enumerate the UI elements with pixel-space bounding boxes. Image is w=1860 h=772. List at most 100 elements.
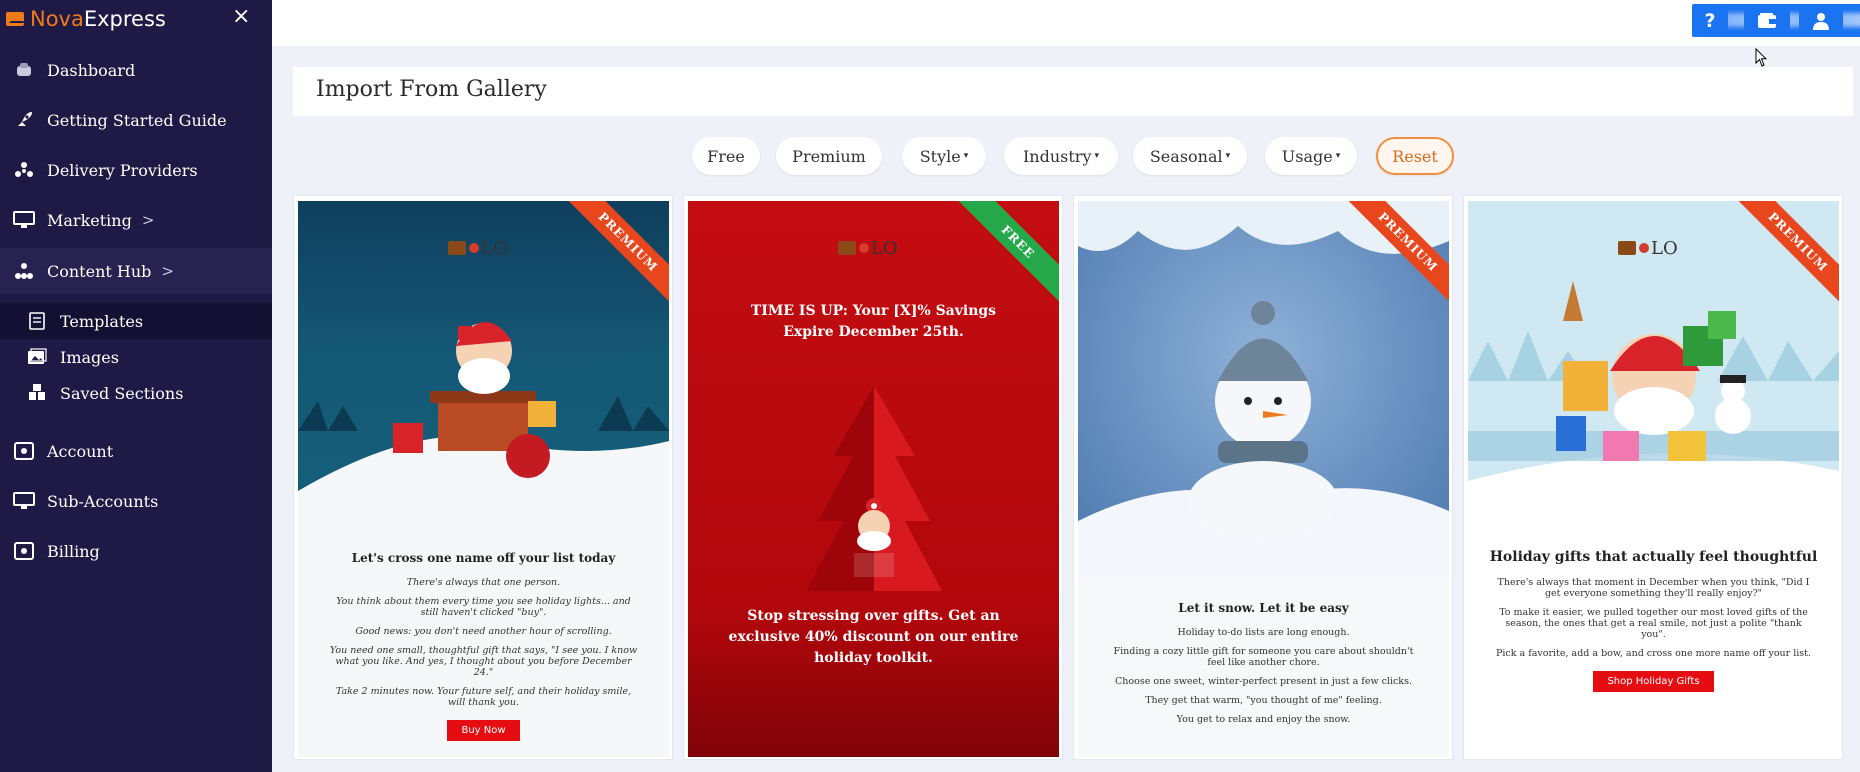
filter-label: Premium [792,146,866,166]
template-logo: LO [448,235,518,261]
sidebar-item-label: Dashboard [47,60,136,80]
email-paragraph: Good news: you don't need another hour o… [355,626,612,637]
envelope-logo-icon [6,12,25,26]
sidebar-item-delivery-providers[interactable]: Delivery Providers [0,147,272,193]
sidebar-item-marketing[interactable]: Marketing > [0,197,272,243]
sidebar-item-getting-started[interactable]: Getting Started Guide [0,97,272,143]
filter-label: Style [919,146,961,166]
sidebar-subitem-label: Saved Sections [60,383,184,403]
email-paragraph: To make it easier, we pulled together ou… [1499,607,1808,640]
billing-icon [12,541,36,561]
sidebar-subitem-label: Templates [60,311,144,331]
caret-down-icon: ▾ [963,151,969,161]
filter-label: Seasonal [1149,146,1223,166]
email-paragraph: Holiday to-do lists are long enough. [1177,627,1350,638]
brand-name-express: Express [83,7,166,31]
top-bar: ? [272,0,1860,46]
images-icon [26,347,48,367]
templates-icon [26,311,48,331]
sidebar-item-label: Sub-Accounts [47,491,159,511]
sidebar-item-sub-accounts[interactable]: Sub-Accounts [0,478,272,524]
email-headline: TIME IS UP: Your [X]% Savings Expire Dec… [750,303,997,340]
caret-down-icon: ▾ [1094,151,1100,161]
wallet-button[interactable] [1744,4,1790,37]
email-paragraph: Finding a cozy little gift for someone y… [1113,646,1414,668]
filter-label: Free [707,146,745,166]
email-paragraph: You get to relax and enjoy the snow. [1176,714,1351,725]
email-paragraph: You need one small, thoughtful gift that… [329,645,638,678]
sidebar-item-label: Getting Started Guide [47,110,227,130]
template-card[interactable]: LO PREMIUM Holiday gifts that actually f… [1463,195,1843,760]
template-logo: LO [838,235,908,261]
filter-label: Usage [1281,146,1333,166]
caret-down-icon: ▾ [1335,151,1341,161]
buy-now-button: Buy Now [447,720,520,741]
template-card[interactable]: PREMIUM Let it snow. Let it be easy Holi… [1073,195,1453,760]
sidebar-item-dashboard[interactable]: Dashboard [0,47,272,93]
filter-label: Industry [1022,146,1092,166]
sidebar-subitem-images[interactable]: Images [0,339,272,375]
santa-tree-illustration [688,201,1059,757]
sidebar-item-label: Marketing [47,210,132,230]
template-logo: LO [1618,235,1688,261]
sidebar-item-label: Account [47,441,114,461]
wallet-icon [1758,12,1776,28]
sidebar-item-label: Delivery Providers [47,160,198,180]
caret-down-icon: ▾ [1225,151,1231,161]
email-content: Let's cross one name off your list today… [298,551,669,741]
sidebar-item-content-hub[interactable]: Content Hub > [0,248,272,294]
help-icon: ? [1704,9,1716,32]
sidebar-item-label: Content Hub [47,261,152,281]
email-paragraph: There's always that moment in December w… [1497,577,1810,599]
template-gallery: LO PREMIUM Let's cross one name off your… [293,195,1853,772]
template-preview: LO PREMIUM Let's cross one name off your… [298,201,669,757]
filter-seasonal-dropdown[interactable]: Seasonal ▾ [1133,137,1247,175]
monitor-icon [12,210,36,230]
sidebar-item-account[interactable]: Account [0,428,272,474]
sidebar-subitem-saved-sections[interactable]: Saved Sections [0,375,272,411]
template-preview: LO PREMIUM Holiday gifts that actually f… [1468,201,1839,757]
hub-icon [12,261,36,281]
filter-style-dropdown[interactable]: Style ▾ [902,137,986,175]
shop-holiday-gifts-button: Shop Holiday Gifts [1593,671,1714,692]
filter-premium-button[interactable]: Premium [776,137,882,175]
email-content: Let it snow. Let it be easy Holiday to-d… [1078,601,1449,733]
email-paragraph: Choose one sweet, winter-perfect present… [1115,676,1412,687]
email-paragraph: Take 2 minutes now. Your future self, an… [335,686,632,708]
email-content: TIME IS UP: Your [X]% Savings Expire Dec… [688,301,1059,343]
email-paragraph: You think about them every time you see … [336,596,631,618]
account-icon [12,441,36,461]
email-content: Holiday gifts that actually feel thought… [1468,549,1839,692]
template-preview: PREMIUM Let it snow. Let it be easy Holi… [1078,201,1449,757]
mouse-cursor-icon [1755,48,1767,67]
monitor-icon [12,491,36,511]
filter-label: Reset [1392,146,1438,166]
close-sidebar-icon[interactable]: × [232,4,250,29]
chevron-right-icon: > [141,211,155,229]
template-preview: LO FREE TIME IS UP: Your [X]% Savings Ex… [688,201,1059,757]
email-heading: Let's cross one name off your list today [351,551,616,565]
profile-button[interactable] [1799,4,1843,37]
filter-reset-button[interactable]: Reset [1376,137,1454,175]
sidebar-subitem-templates[interactable]: Templates [0,303,272,339]
filter-usage-dropdown[interactable]: Usage ▾ [1265,137,1357,175]
page-title: Import From Gallery [316,77,547,102]
email-paragraph: Pick a favorite, add a bow, and cross on… [1496,648,1812,659]
dashboard-icon [12,60,36,80]
filter-industry-dropdown[interactable]: Industry ▾ [1004,137,1118,175]
filter-free-button[interactable]: Free [692,137,760,175]
template-card[interactable]: LO PREMIUM Let's cross one name off your… [293,195,673,760]
email-paragraph: They get that warm, "you thought of me" … [1145,695,1382,706]
chevron-right-icon: > [161,262,174,280]
template-card[interactable]: LO FREE TIME IS UP: Your [X]% Savings Ex… [683,195,1063,760]
providers-icon [12,160,36,180]
email-heading: Let it snow. Let it be easy [1178,601,1349,615]
sidebar-item-label: Billing [47,541,100,561]
sidebar-subitem-label: Images [60,347,119,367]
sidebar-item-billing[interactable]: Billing [0,528,272,574]
email-content: Stop stressing over gifts. Get an exclus… [688,606,1059,669]
email-subline: Stop stressing over gifts. Get an exclus… [728,608,1019,666]
brand-logo[interactable]: Nova Express [6,4,166,34]
brand-name-nova: Nova [30,7,84,31]
help-button[interactable]: ? [1692,4,1728,37]
